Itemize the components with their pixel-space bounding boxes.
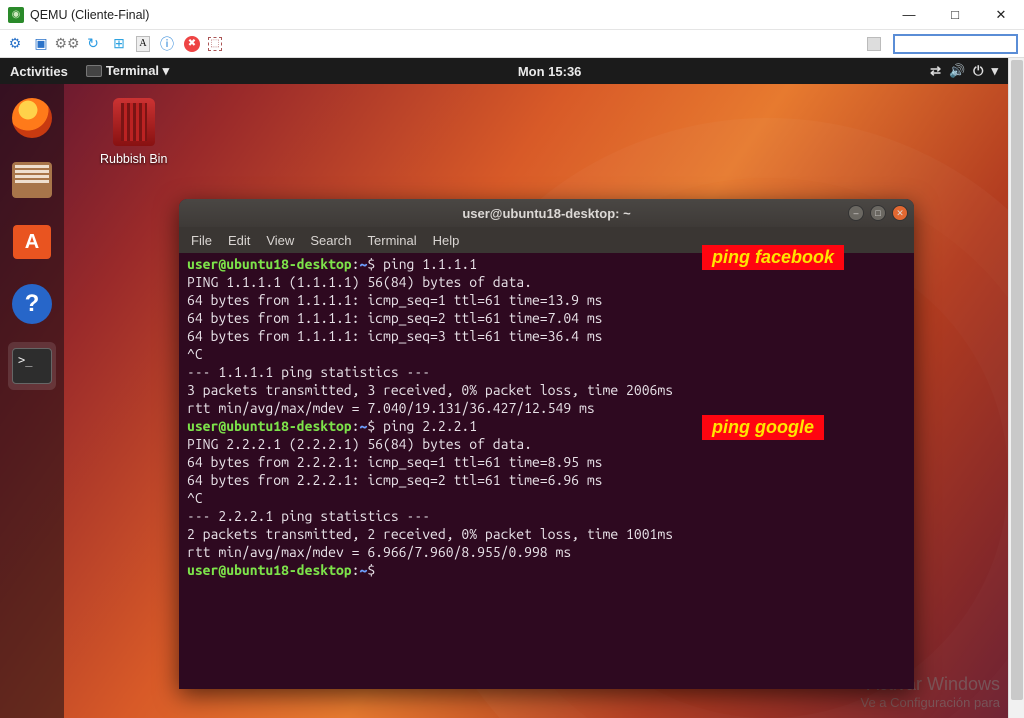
terminal-menu-terminal[interactable]: Terminal: [368, 233, 417, 248]
toolbar-input[interactable]: [893, 34, 1018, 54]
activities-button[interactable]: Activities: [10, 64, 68, 79]
trash-icon: [113, 98, 155, 146]
window-title: QEMU (Cliente-Final): [30, 8, 886, 22]
annotation-ping-facebook: ping facebook: [702, 245, 844, 270]
firefox-icon: [12, 98, 52, 138]
terminal-title: user@ubuntu18-desktop: ~: [179, 206, 914, 221]
dock-firefox[interactable]: [8, 94, 56, 142]
terminal-window[interactable]: user@ubuntu18-desktop: ~ – □ ✕ File Edit…: [179, 199, 914, 689]
terminal-menu-help[interactable]: Help: [433, 233, 460, 248]
terminal-minimize-button[interactable]: –: [848, 205, 864, 221]
gnome-dock: ?: [0, 84, 64, 718]
toolbar-icon-settings[interactable]: ⚙: [6, 35, 24, 53]
dock-files[interactable]: [8, 156, 56, 204]
desktop-rubbish-bin[interactable]: Rubbish Bin: [100, 98, 167, 166]
terminal-menu-edit[interactable]: Edit: [228, 233, 250, 248]
appmenu-terminal[interactable]: Terminal ▾: [86, 63, 169, 79]
terminal-content[interactable]: user@ubuntu18-desktop:~$ ping 1.1.1.1 PI…: [179, 253, 914, 689]
terminal-icon: [12, 348, 52, 384]
toolbar-gray-box[interactable]: [867, 37, 881, 51]
annotation-ping-google: ping google: [702, 415, 824, 440]
close-button[interactable]: ✕: [978, 0, 1024, 29]
maximize-button[interactable]: □: [932, 0, 978, 29]
toolbar-icon-stop[interactable]: ✖: [184, 36, 200, 52]
qemu-toolbar: ⚙ ▣ ⚙⚙ ↻ ⊞ A ⓘ ✖ ⬚: [0, 30, 1024, 58]
terminal-maximize-button[interactable]: □: [870, 205, 886, 221]
terminal-menu-search[interactable]: Search: [310, 233, 351, 248]
files-icon: [12, 162, 52, 198]
software-icon: [13, 225, 51, 259]
network-icon[interactable]: ⇄: [930, 63, 941, 79]
desktop-rubbish-label: Rubbish Bin: [100, 152, 167, 166]
gnome-clock[interactable]: Mon 15:36: [169, 64, 930, 79]
terminal-menu-file[interactable]: File: [191, 233, 212, 248]
qemu-icon: [8, 7, 24, 23]
terminal-titlebar[interactable]: user@ubuntu18-desktop: ~ – □ ✕: [179, 199, 914, 227]
power-icon[interactable]: ⏻: [973, 63, 983, 79]
terminal-close-button[interactable]: ✕: [892, 205, 908, 221]
minimize-button[interactable]: —: [886, 0, 932, 29]
gnome-topbar: Activities Terminal ▾ Mon 15:36 ⇄ 🔊 ⏻ ▾: [0, 58, 1008, 84]
toolbar-icon-windows[interactable]: ⊞: [110, 35, 128, 53]
terminal-mini-icon: [86, 65, 102, 77]
windows-titlebar: QEMU (Cliente-Final) — □ ✕: [0, 0, 1024, 30]
toolbar-icon-box[interactable]: ⬚: [208, 37, 222, 51]
scrollbar-thumb[interactable]: [1011, 60, 1023, 700]
toolbar-icon-monitor[interactable]: ▣: [32, 35, 50, 53]
appmenu-terminal-label: Terminal ▾: [106, 63, 169, 79]
sound-icon[interactable]: 🔊: [949, 63, 965, 79]
toolbar-icon-refresh[interactable]: ↻: [84, 35, 102, 53]
chevron-down-icon[interactable]: ▾: [991, 63, 998, 79]
dock-terminal[interactable]: [8, 342, 56, 390]
terminal-menu-view[interactable]: View: [266, 233, 294, 248]
outer-scrollbar[interactable]: [1008, 58, 1024, 718]
toolbar-icon-info[interactable]: ⓘ: [158, 35, 176, 53]
dock-help[interactable]: ?: [8, 280, 56, 328]
help-icon: ?: [12, 284, 52, 324]
toolbar-icon-doc[interactable]: A: [136, 36, 150, 52]
watermark-line2: Ve a Configuración para: [861, 695, 1000, 710]
dock-software[interactable]: [8, 218, 56, 266]
toolbar-icon-gears[interactable]: ⚙⚙: [58, 35, 76, 53]
